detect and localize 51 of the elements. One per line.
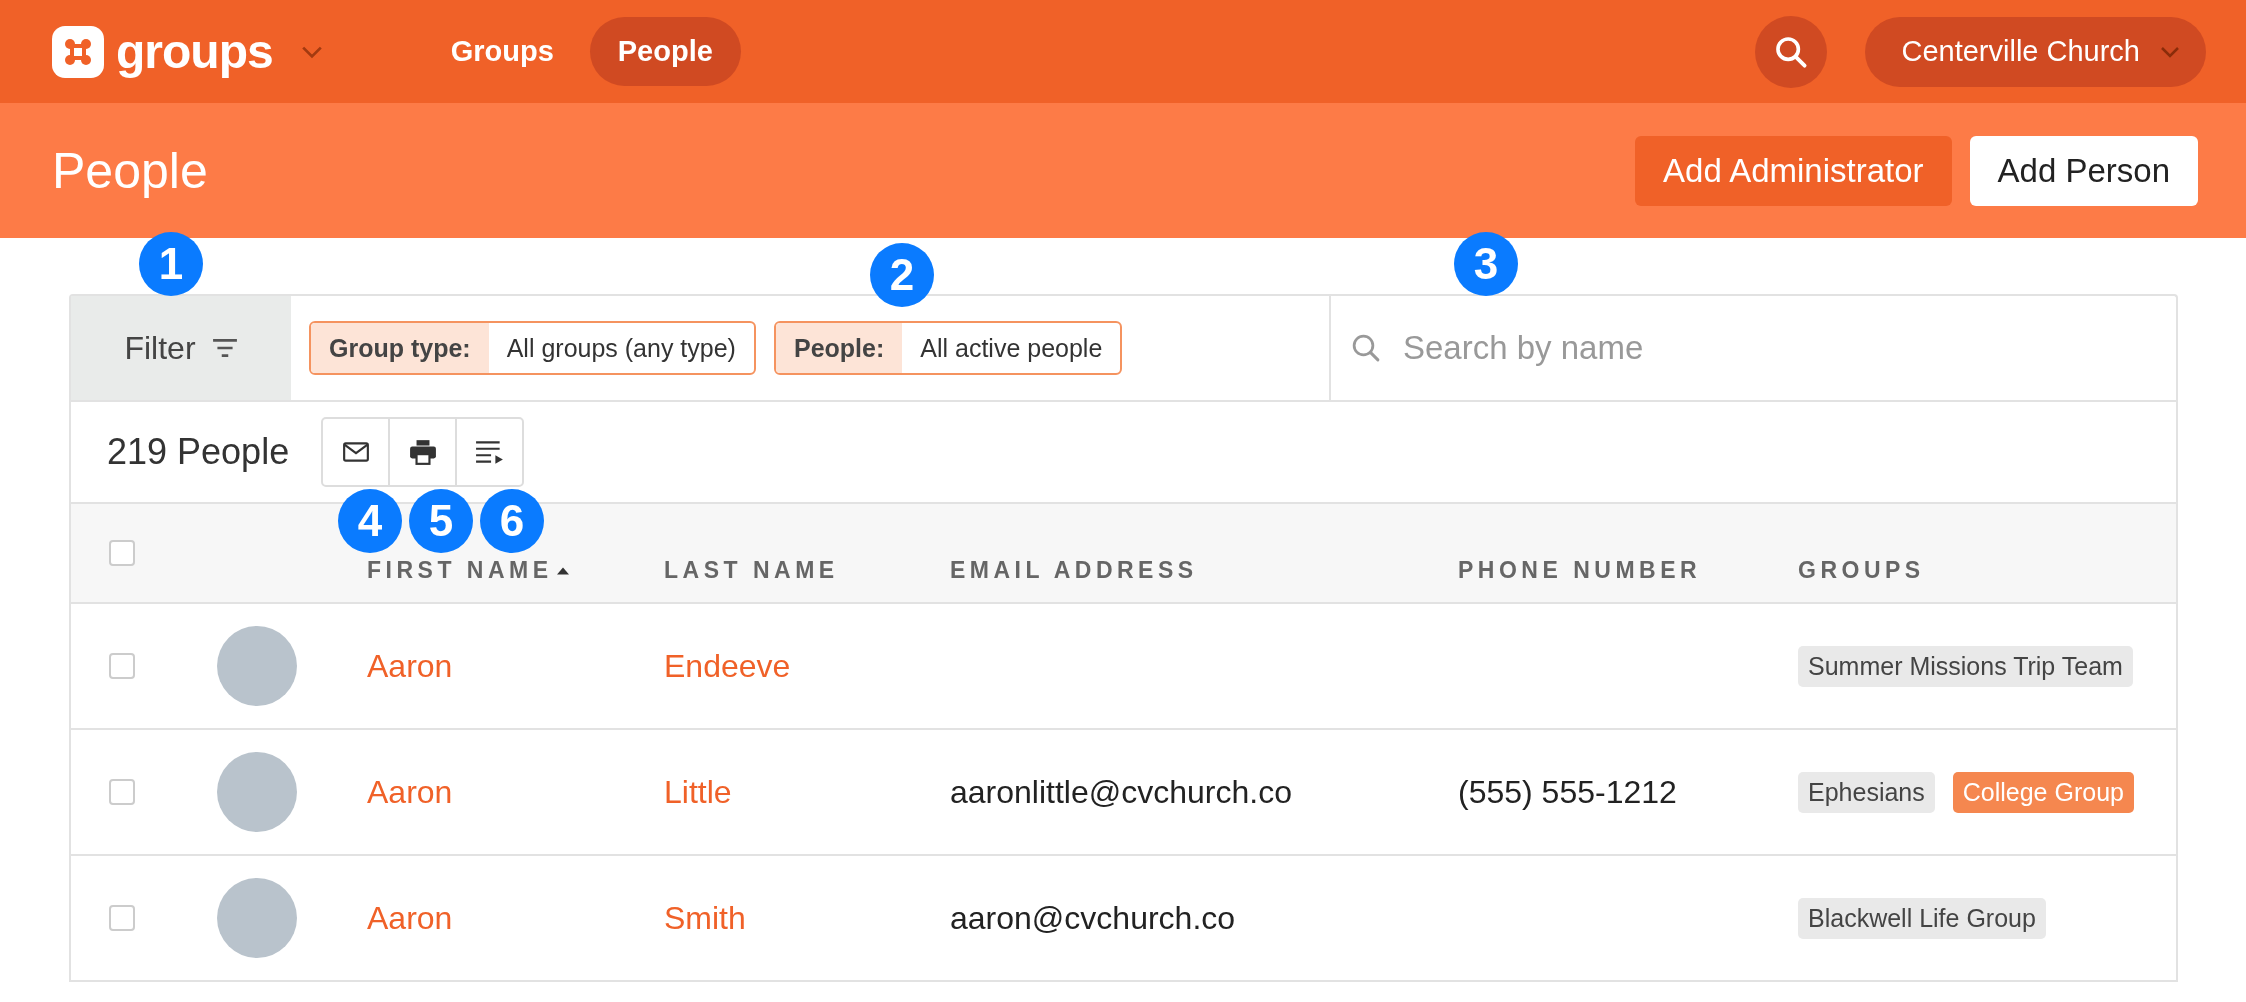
first-name-link[interactable]: Aaron <box>367 647 453 684</box>
account-dropdown[interactable]: Centerville Church <box>1865 16 2206 87</box>
email-button[interactable] <box>321 417 391 487</box>
callout-number: 6 <box>480 489 544 553</box>
column-header[interactable]: EMAIL ADDRESS <box>950 557 1198 584</box>
last-name-link[interactable]: Smith <box>664 899 746 936</box>
email-cell: aaronlittle@cvchurch.co <box>950 773 1292 810</box>
column-header[interactable]: GROUPS <box>1798 557 1925 584</box>
select-all-checkbox[interactable] <box>109 540 135 566</box>
printer-icon <box>408 439 437 465</box>
first-name-link[interactable]: Aaron <box>367 773 453 810</box>
chevron-down-icon <box>2160 45 2180 58</box>
people-count: 219 People <box>107 431 290 473</box>
nav-tab[interactable]: Groups <box>422 17 582 86</box>
row-checkbox[interactable] <box>109 653 135 679</box>
callout-number: 1 <box>139 232 203 296</box>
column-header[interactable]: PHONE NUMBER <box>1458 557 1702 584</box>
phone-cell: (555) 555-1212 <box>1458 773 1677 810</box>
header-button[interactable]: Add Person <box>1969 135 2198 206</box>
callout-number: 3 <box>1454 232 1518 296</box>
export-list-button[interactable] <box>455 417 525 487</box>
chevron-down-icon[interactable] <box>300 44 323 59</box>
filter-chip[interactable]: People: All active people <box>773 321 1123 375</box>
group-tag[interactable]: Ephesians <box>1798 771 1935 813</box>
print-button[interactable] <box>388 417 458 487</box>
header-button[interactable]: Add Administrator <box>1635 135 1952 206</box>
search-icon <box>1351 333 1381 363</box>
envelope-icon <box>341 441 370 463</box>
column-header[interactable]: LAST NAME <box>664 557 839 584</box>
group-tag[interactable]: Summer Missions Trip Team <box>1798 645 2133 687</box>
last-name-link[interactable]: Little <box>664 773 732 810</box>
logo-icon[interactable] <box>52 25 104 78</box>
sort-ascending-icon <box>556 566 569 575</box>
nav-tab[interactable]: People <box>589 17 741 86</box>
last-name-link[interactable]: Endeeve <box>664 647 791 684</box>
search-icon <box>1774 34 1809 69</box>
column-header[interactable]: FIRST NAME <box>367 557 553 584</box>
brand-name[interactable]: groups <box>116 24 273 79</box>
list-icon <box>474 439 505 465</box>
filter-icon <box>211 338 238 358</box>
callout-number: 5 <box>409 489 473 553</box>
callout-number: 2 <box>870 243 934 307</box>
email-cell: aaron@cvchurch.co <box>950 899 1236 936</box>
group-tag[interactable]: Blackwell Life Group <box>1798 897 2046 939</box>
filter-chip[interactable]: Group type: All groups (any type) <box>309 321 756 375</box>
row-checkbox[interactable] <box>109 905 135 931</box>
callout-number: 4 <box>338 489 402 553</box>
page-title: People <box>52 141 208 200</box>
filter-button[interactable]: Filter <box>71 296 291 400</box>
first-name-link[interactable]: Aaron <box>367 899 453 936</box>
row-checkbox[interactable] <box>109 779 135 805</box>
